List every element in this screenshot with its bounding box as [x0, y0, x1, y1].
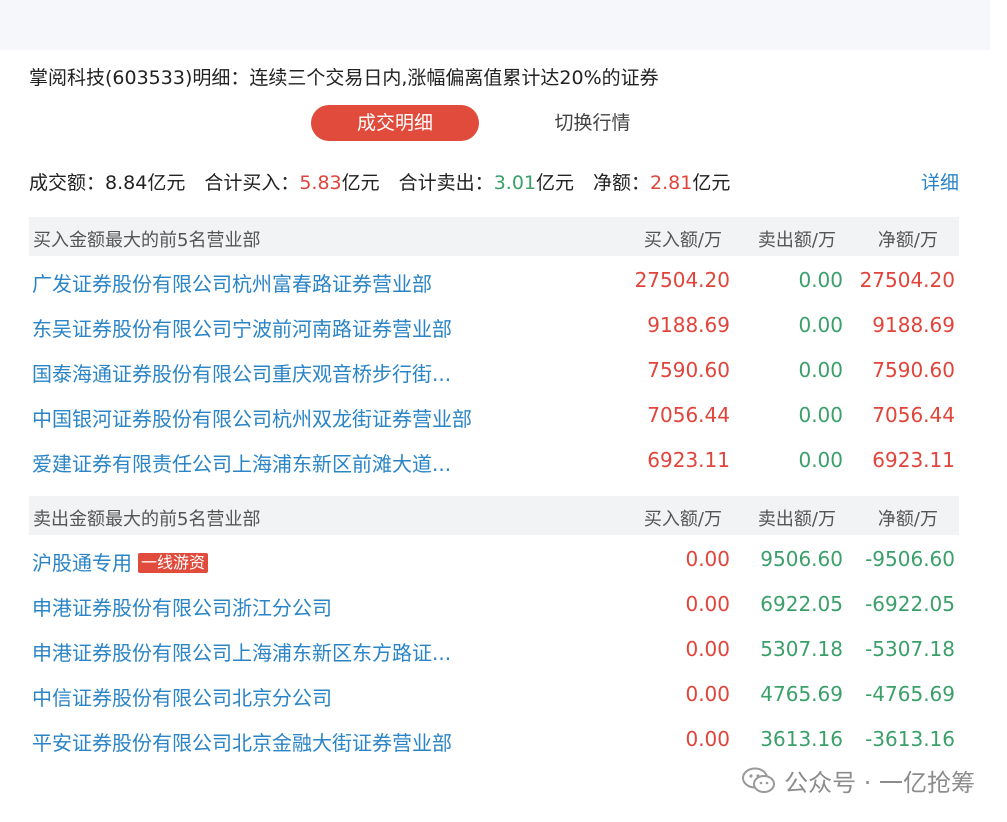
broker-name-link[interactable]: 爱建证券有限责任公司上海浦东新区前滩大道... [32, 448, 451, 477]
broker-name-link[interactable]: 东吴证券股份有限公司宁波前河南路证券营业部 [32, 313, 452, 342]
buy-section-header: 买入金额最大的前5名营业部 买入额/万 卖出额/万 净额/万 [29, 217, 959, 256]
sell-section-title: 卖出金额最大的前5名营业部 [33, 509, 261, 530]
net-amount: 6923.11 [872, 448, 955, 472]
tab-switch-quote[interactable]: 切换行情 [510, 105, 675, 141]
buy-amount: 0.00 [685, 682, 730, 706]
net-amount: -5307.18 [865, 637, 955, 661]
broker-name-link[interactable]: 中信证券股份有限公司北京分公司 [32, 682, 332, 711]
sell-amount: 0.00 [798, 268, 843, 292]
top-band [0, 0, 990, 50]
net-amount: 27504.20 [859, 268, 955, 292]
broker-name-link[interactable]: 中国银河证券股份有限公司杭州双龙街证券营业部 [32, 403, 472, 432]
sell-total-label: 合计卖出： [398, 172, 494, 194]
net-value: 2.81 [650, 172, 693, 194]
summary-bar: 成交额：8.84亿元 合计买入：5.83亿元 合计卖出：3.01亿元 净额：2.81亿… [29, 168, 730, 195]
net-unit: 亿元 [692, 172, 731, 194]
buy-amount: 7056.44 [647, 403, 730, 427]
detail-link[interactable]: 详细 [921, 168, 959, 195]
tab-trade-detail[interactable]: 成交明细 [311, 105, 479, 141]
tab-bar: 成交明细 切换行情 [310, 105, 670, 143]
broker-name-link[interactable]: 申港证券股份有限公司上海浦东新区东方路证... [32, 637, 451, 666]
column-header-sell: 卖出额/万 [757, 230, 836, 251]
hot-money-tag: 一线游资 [138, 553, 209, 573]
buy-amount: 0.00 [685, 637, 730, 661]
column-header-net: 净额/万 [877, 509, 938, 530]
buy-total-value: 5.83 [299, 172, 342, 194]
net-amount: -6922.05 [865, 592, 955, 616]
sell-section-header: 卖出金额最大的前5名营业部 买入额/万 卖出额/万 净额/万 [29, 496, 959, 535]
table-row: 中信证券股份有限公司北京分公司 0.00 4765.69 -4765.69 [29, 672, 959, 717]
broker-name-link[interactable]: 申港证券股份有限公司浙江分公司 [32, 592, 332, 621]
page-title: 掌阅科技(603533)明细：连续三个交易日内,涨幅偏离值累计达20%的证券 [29, 67, 659, 89]
column-header-buy: 买入额/万 [643, 509, 722, 530]
sell-amount: 3613.16 [760, 727, 843, 751]
sell-total-value: 3.01 [493, 172, 536, 194]
sell-amount: 6922.05 [760, 592, 843, 616]
buy-section-title: 买入金额最大的前5名营业部 [33, 230, 261, 251]
buy-amount: 7590.60 [647, 358, 730, 382]
sell-amount: 0.00 [798, 448, 843, 472]
sell-amount: 9506.60 [760, 547, 843, 571]
column-header-net: 净额/万 [877, 230, 938, 251]
table-row: 申港证券股份有限公司浙江分公司 0.00 6922.05 -6922.05 [29, 582, 959, 627]
broker-name-link[interactable]: 平安证券股份有限公司北京金融大街证券营业部 [32, 727, 452, 756]
sell-amount: 0.00 [798, 313, 843, 337]
sell-total-unit: 亿元 [536, 172, 575, 194]
net-label: 净额： [593, 172, 651, 194]
broker-name-link[interactable]: 沪股通专用 一线游资 [32, 547, 209, 576]
net-amount: 7056.44 [872, 403, 955, 427]
buy-total-label: 合计买入： [204, 172, 300, 194]
buy-total-unit: 亿元 [341, 172, 380, 194]
table-row: 平安证券股份有限公司北京金融大街证券营业部 0.00 3613.16 -3613… [29, 717, 959, 762]
sell-amount: 5307.18 [760, 637, 843, 661]
watermark: 公众号 · 一亿抢筹 [742, 763, 975, 798]
broker-name-link[interactable]: 国泰海通证券股份有限公司重庆观音桥步行街... [32, 358, 451, 387]
table-row: 东吴证券股份有限公司宁波前河南路证券营业部 9188.69 0.00 9188.… [29, 303, 959, 348]
buy-amount: 0.00 [685, 727, 730, 751]
sell-amount: 4765.69 [760, 682, 843, 706]
buy-amount: 9188.69 [647, 313, 730, 337]
buy-amount: 0.00 [685, 592, 730, 616]
column-header-buy: 买入额/万 [643, 230, 722, 251]
sell-amount: 0.00 [798, 358, 843, 382]
buy-amount: 0.00 [685, 547, 730, 571]
net-amount: 7590.60 [872, 358, 955, 382]
table-row: 爱建证券有限责任公司上海浦东新区前滩大道... 6923.11 0.00 692… [29, 438, 959, 483]
net-amount: -9506.60 [865, 547, 955, 571]
watermark-text: 公众号 · 一亿抢筹 [784, 769, 975, 797]
buy-amount: 27504.20 [634, 268, 730, 292]
turnover-value: 8.84亿元 [105, 172, 186, 194]
column-header-sell: 卖出额/万 [757, 509, 836, 530]
table-row: 广发证券股份有限公司杭州富春路证券营业部 27504.20 0.00 27504… [29, 258, 959, 303]
net-amount: -3613.16 [865, 727, 955, 751]
table-row: 申港证券股份有限公司上海浦东新区东方路证... 0.00 5307.18 -53… [29, 627, 959, 672]
net-amount: 9188.69 [872, 313, 955, 337]
wechat-icon [742, 767, 776, 793]
broker-name-link[interactable]: 广发证券股份有限公司杭州富春路证券营业部 [32, 268, 432, 297]
table-row: 国泰海通证券股份有限公司重庆观音桥步行街... 7590.60 0.00 759… [29, 348, 959, 393]
buy-amount: 6923.11 [647, 448, 730, 472]
sell-amount: 0.00 [798, 403, 843, 427]
table-row: 中国银河证券股份有限公司杭州双龙街证券营业部 7056.44 0.00 7056… [29, 393, 959, 438]
broker-name-text: 沪股通专用 [32, 551, 132, 575]
table-row: 沪股通专用 一线游资 0.00 9506.60 -9506.60 [29, 537, 959, 582]
net-amount: -4765.69 [865, 682, 955, 706]
turnover-label: 成交额： [29, 172, 106, 194]
